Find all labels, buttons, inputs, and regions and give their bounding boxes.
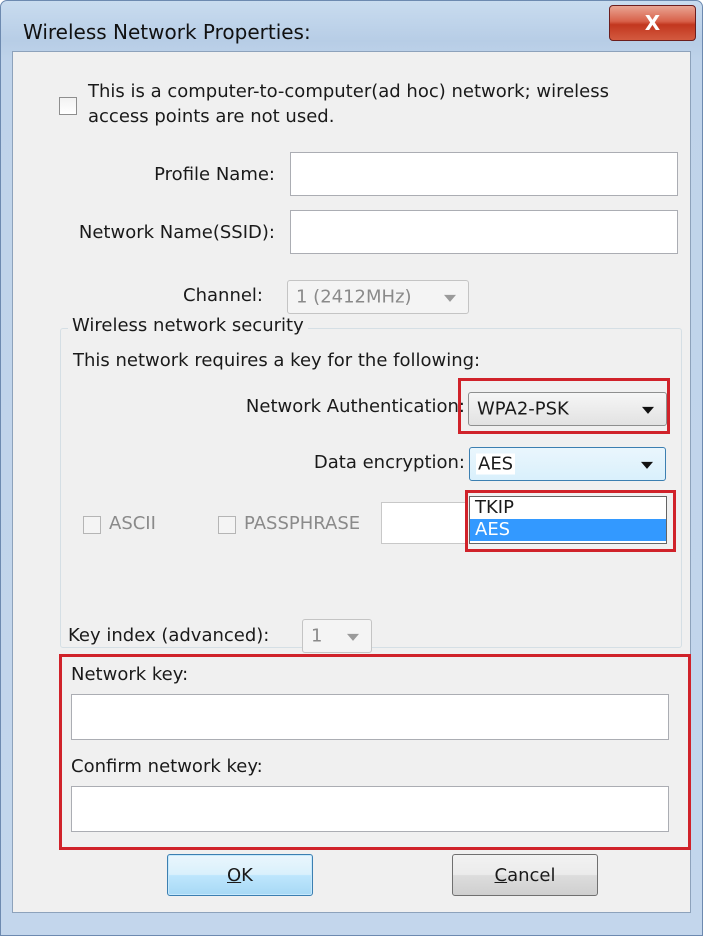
data-encryption-dropdown[interactable]: AES [469, 447, 666, 481]
title-bar[interactable]: Wireless Network Properties: X [1, 1, 702, 51]
dialog-window: Wireless Network Properties: X This is a… [0, 0, 703, 936]
ok-button[interactable]: OK [167, 854, 313, 896]
close-button[interactable]: X [609, 5, 696, 41]
window-title: Wireless Network Properties: [23, 20, 311, 44]
cancel-mnemonic: C [494, 864, 508, 886]
key-index-label: Key index (advanced): [68, 625, 270, 646]
channel-dropdown[interactable]: 1 (2412MHz) [287, 280, 469, 314]
channel-label: Channel: [183, 285, 263, 306]
profile-name-label: Profile Name: [154, 164, 275, 185]
chevron-down-icon [444, 294, 456, 302]
key-index-value: 1 [311, 625, 323, 647]
passphrase-checkbox[interactable] [218, 516, 236, 534]
channel-value: 1 (2412MHz) [296, 286, 412, 308]
encryption-list-highlight-box [465, 490, 676, 552]
cancel-button[interactable]: Cancel [452, 854, 598, 896]
close-icon: X [644, 11, 661, 35]
confirm-key-input[interactable] [71, 786, 669, 832]
chevron-down-icon [347, 633, 359, 641]
dialog-body: This is a computer-to-computer(ad hoc) n… [12, 51, 691, 913]
ascii-label: ASCII [109, 513, 156, 534]
ssid-label: Network Name(SSID): [78, 222, 275, 243]
network-key-label: Network key: [71, 664, 189, 685]
profile-name-input[interactable] [290, 152, 678, 196]
ascii-checkbox[interactable] [83, 516, 101, 534]
cancel-label-rest: ancel [507, 864, 556, 886]
ok-mnemonic: O [227, 864, 242, 886]
data-encryption-label: Data encryption: [313, 452, 465, 473]
network-key-input[interactable] [71, 694, 669, 740]
adhoc-label-line2: access points are not used. [88, 106, 335, 127]
adhoc-checkbox[interactable] [59, 97, 77, 115]
data-encryption-value: AES [476, 453, 516, 475]
security-group [60, 328, 682, 648]
adhoc-label-line1: This is a computer-to-computer(ad hoc) n… [88, 81, 609, 102]
auth-highlight-box [458, 378, 670, 434]
confirm-key-label: Confirm network key: [71, 756, 263, 777]
chevron-down-icon [641, 461, 653, 469]
passphrase-input[interactable] [381, 502, 467, 544]
ok-label-rest: K [241, 864, 253, 886]
key-index-dropdown[interactable]: 1 [302, 619, 372, 653]
passphrase-label: PASSPHRASE [244, 513, 361, 534]
ssid-input[interactable] [290, 210, 678, 254]
security-group-label: Wireless network security [68, 315, 308, 336]
network-auth-label: Network Authentication: [245, 396, 465, 417]
requires-key-text: This network requires a key for the foll… [73, 350, 481, 371]
